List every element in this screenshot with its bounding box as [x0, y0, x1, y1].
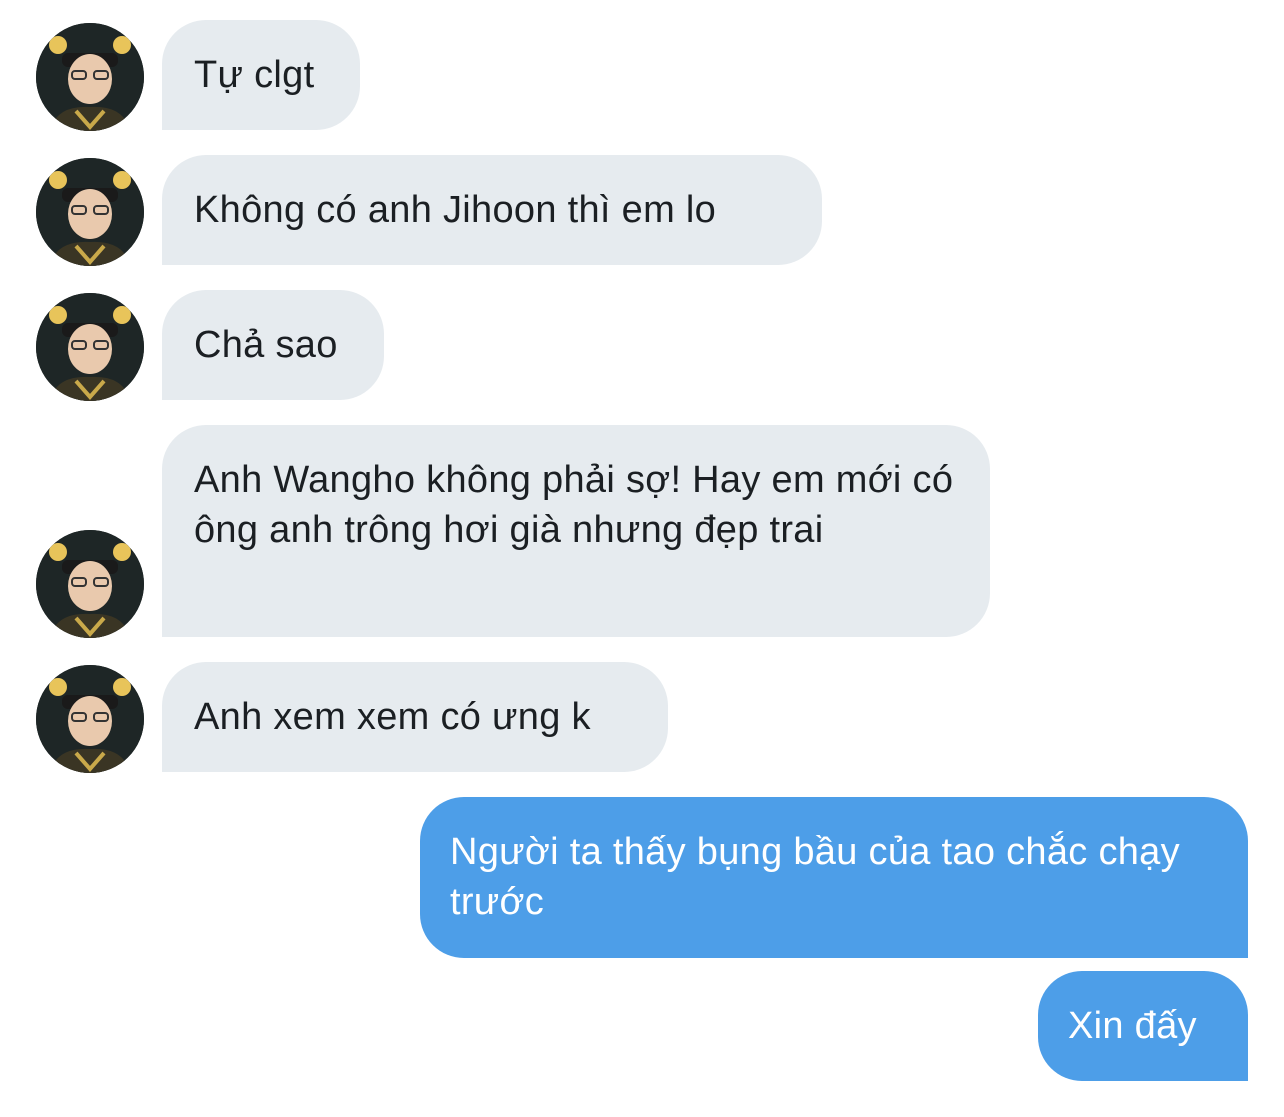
incoming-message[interactable]: Tự clgt — [162, 20, 360, 130]
incoming-message[interactable]: Chả sao — [162, 290, 384, 400]
avatar-photo-icon — [36, 23, 144, 131]
message-text: Không có anh Jihoon thì em lo — [194, 189, 717, 231]
outgoing-message[interactable]: Người ta thấy bụng bầu của tao chắc chạy… — [420, 797, 1248, 958]
message-text: Chả sao — [194, 324, 338, 366]
incoming-message[interactable]: Anh xem xem có ưng k — [162, 662, 668, 772]
conversation-thread: Tự clgt Không có anh Jihoon thì em lo Ch… — [0, 0, 1284, 1117]
message-text: Người ta thấy bụng bầu của tao chắc chạy… — [450, 831, 1180, 923]
sender-avatar[interactable] — [36, 23, 144, 131]
incoming-message[interactable]: Không có anh Jihoon thì em lo — [162, 155, 822, 265]
avatar-photo-icon — [36, 665, 144, 773]
sender-avatar[interactable] — [36, 530, 144, 638]
avatar-photo-icon — [36, 293, 144, 401]
message-text: Anh Wangho không phải sợ! Hay em mới có … — [194, 459, 954, 551]
sender-avatar[interactable] — [36, 665, 144, 773]
avatar-photo-icon — [36, 158, 144, 266]
incoming-message[interactable]: Anh Wangho không phải sợ! Hay em mới có … — [162, 425, 990, 637]
message-text: Xin đấy — [1068, 1005, 1197, 1047]
message-text: Anh xem xem có ưng k — [194, 696, 591, 738]
sender-avatar[interactable] — [36, 293, 144, 401]
avatar-photo-icon — [36, 530, 144, 638]
message-text: Tự clgt — [194, 54, 315, 96]
outgoing-message[interactable]: Xin đấy — [1038, 971, 1248, 1081]
sender-avatar[interactable] — [36, 158, 144, 266]
